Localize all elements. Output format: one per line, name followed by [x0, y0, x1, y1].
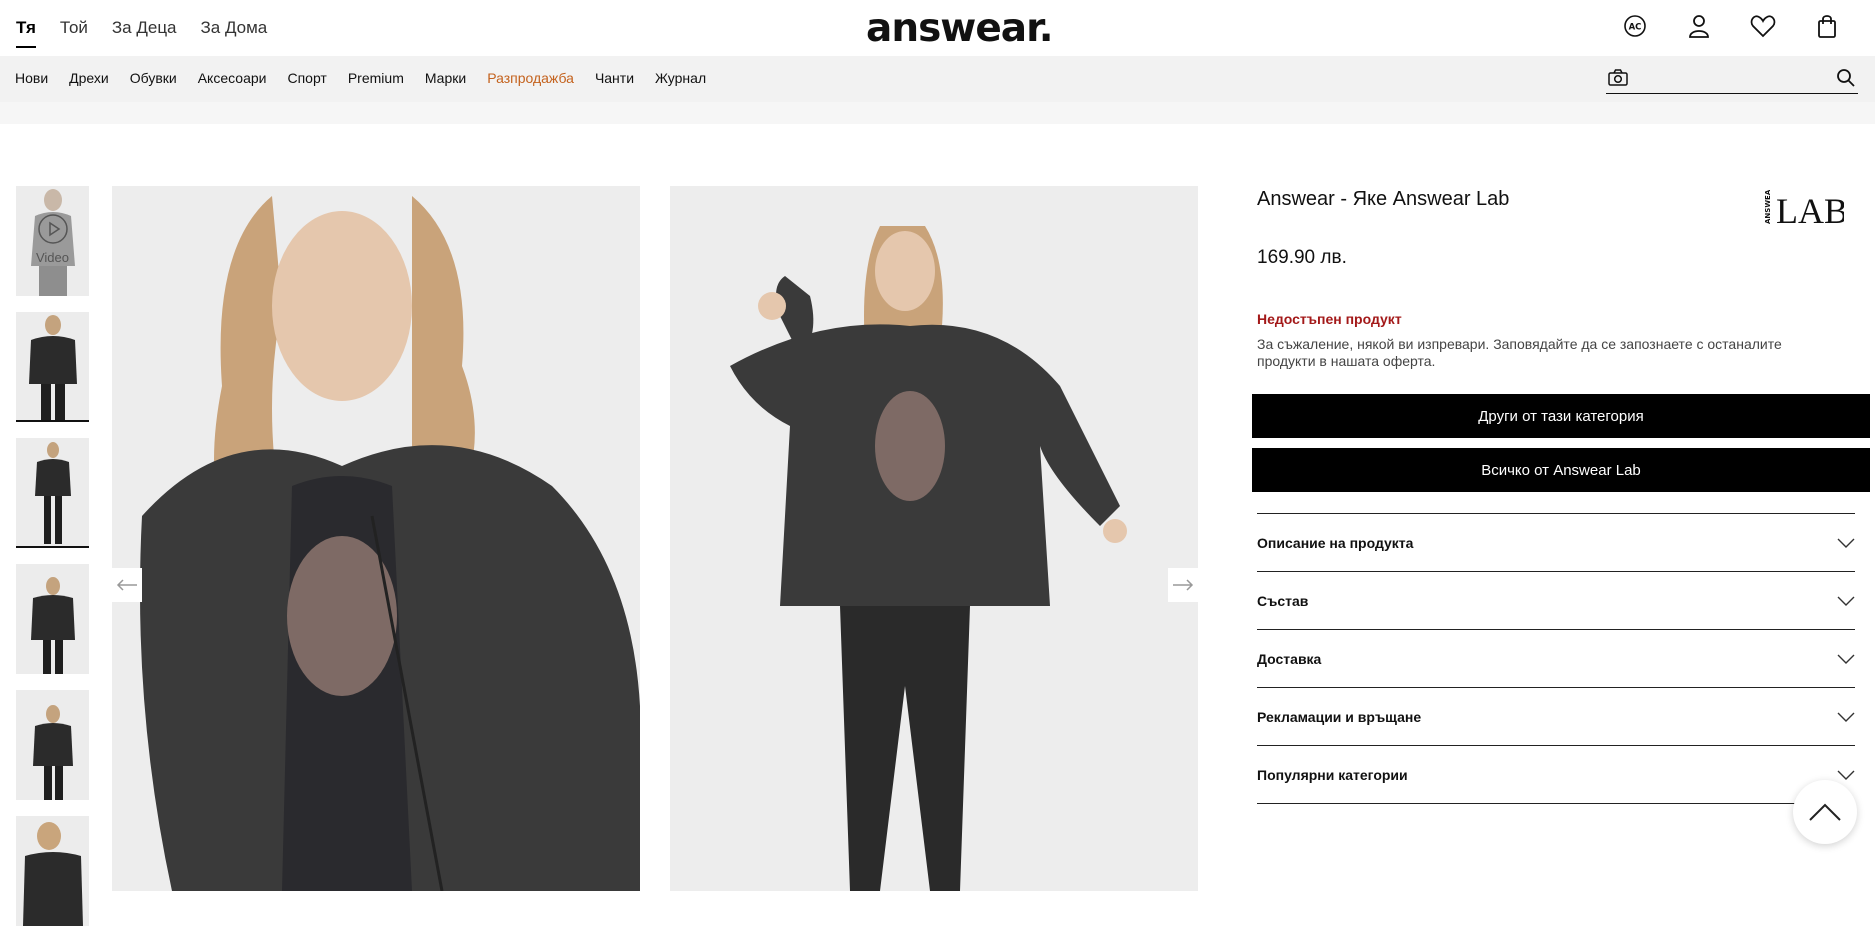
svg-text:ANSWEAR: ANSWEAR	[1764, 190, 1772, 224]
arrow-left-icon	[116, 579, 137, 591]
search-bar	[1606, 64, 1858, 94]
product-image-secondary[interactable]	[670, 186, 1198, 891]
nav-item-clothes[interactable]: Дрехи	[69, 70, 109, 86]
play-icon	[37, 213, 69, 250]
search-icon[interactable]	[1836, 68, 1856, 93]
product-image-main[interactable]	[112, 186, 640, 891]
nav-item-magazine[interactable]: Журнал	[655, 70, 706, 86]
nav-item-premium[interactable]: Premium	[348, 70, 404, 86]
unavailable-message: За съжаление, някой ви изпревари. Заповя…	[1257, 336, 1782, 369]
video-label: Video	[35, 250, 69, 265]
nav-item-new[interactable]: Нови	[15, 70, 48, 86]
gender-tabs: Тя Той За Деца За Дома	[16, 18, 267, 48]
accordion-composition[interactable]: Състав	[1257, 572, 1855, 630]
category-nav: Нови Дрехи Обувки Аксесоари Спорт Premiu…	[0, 56, 1875, 102]
model-figure-icon	[30, 577, 75, 674]
all-from-brand-button[interactable]: Всичко от Answear Lab	[1252, 448, 1870, 492]
model-photo-closeup	[140, 196, 640, 891]
chevron-down-icon	[1837, 770, 1855, 780]
nav-item-accessories[interactable]: Аксесоари	[198, 70, 267, 86]
accordion-returns[interactable]: Рекламации и връщане	[1257, 688, 1855, 746]
nav-items: Нови Дрехи Обувки Аксесоари Спорт Premiu…	[15, 70, 706, 86]
tab-men[interactable]: Той	[60, 18, 88, 48]
tab-home[interactable]: За Дома	[201, 18, 268, 48]
thumbnail-image[interactable]	[16, 690, 89, 800]
chevron-down-icon	[1837, 596, 1855, 606]
brand-logo[interactable]: ANSWEAR LAB	[1764, 184, 1848, 231]
chevron-up-icon	[1809, 803, 1841, 821]
thumbnail-list: Video	[16, 186, 89, 942]
unavailable-title: Недостъпен продукт	[1257, 311, 1402, 327]
nav-divider	[0, 102, 1875, 124]
heart-icon[interactable]	[1749, 12, 1777, 40]
accordion-delivery[interactable]: Доставка	[1257, 630, 1855, 688]
top-bar: Тя Той За Деца За Дома answear. AC	[0, 0, 1875, 56]
thumbnail-image[interactable]	[16, 312, 89, 422]
chevron-down-icon	[1837, 654, 1855, 664]
thumbnail-video[interactable]: Video	[16, 186, 89, 296]
product-accordion: Описание на продукта Състав Доставка Рек…	[1257, 513, 1855, 804]
accordion-description[interactable]: Описание на продукта	[1257, 514, 1855, 572]
accordion-label: Рекламации и връщане	[1257, 708, 1422, 725]
next-image-button[interactable]	[1168, 568, 1198, 602]
thumbnail-image[interactable]	[16, 564, 89, 674]
accordion-label: Състав	[1257, 592, 1309, 609]
model-figure-icon	[32, 705, 73, 800]
arrow-right-icon	[1173, 579, 1194, 591]
model-figure-icon	[34, 442, 71, 544]
model-figure-icon	[28, 315, 77, 420]
svg-text:AC: AC	[1629, 23, 1642, 33]
chevron-down-icon	[1837, 712, 1855, 722]
nav-item-sport[interactable]: Спорт	[287, 70, 326, 86]
search-input[interactable]	[1638, 66, 1823, 90]
accessibility-icon[interactable]: AC	[1621, 12, 1649, 40]
other-in-category-button[interactable]: Други от тази категория	[1252, 394, 1870, 438]
thumbnail-image[interactable]	[16, 438, 89, 548]
nav-item-brands[interactable]: Марки	[425, 70, 466, 86]
chevron-down-icon	[1837, 538, 1855, 548]
header-icons: AC	[1621, 12, 1841, 40]
product-price: 169.90 лв.	[1257, 247, 1347, 268]
nav-item-sale[interactable]: Разпродажба	[487, 70, 574, 86]
prev-image-button[interactable]	[112, 568, 142, 602]
svg-text:LAB: LAB	[1776, 191, 1844, 226]
accordion-label: Описание на продукта	[1257, 534, 1414, 551]
model-photo-full	[730, 226, 1127, 891]
user-icon[interactable]	[1685, 12, 1713, 40]
site-logo[interactable]: answear.	[866, 6, 1054, 51]
product-title: Answear - Яке Answear Lab	[1257, 188, 1510, 210]
model-figure-icon	[22, 822, 83, 926]
thumbnail-image[interactable]	[16, 816, 89, 926]
accordion-label: Доставка	[1257, 650, 1322, 667]
scroll-to-top-button[interactable]	[1793, 780, 1857, 844]
bag-icon[interactable]	[1813, 12, 1841, 40]
accordion-label: Популярни категории	[1257, 766, 1408, 783]
nav-item-bags[interactable]: Чанти	[595, 70, 634, 86]
tab-women[interactable]: Тя	[16, 18, 36, 48]
accordion-popular-categories[interactable]: Популярни категории	[1257, 746, 1855, 804]
nav-item-shoes[interactable]: Обувки	[130, 70, 177, 86]
tab-kids[interactable]: За Деца	[112, 18, 177, 48]
camera-icon[interactable]	[1608, 69, 1628, 91]
